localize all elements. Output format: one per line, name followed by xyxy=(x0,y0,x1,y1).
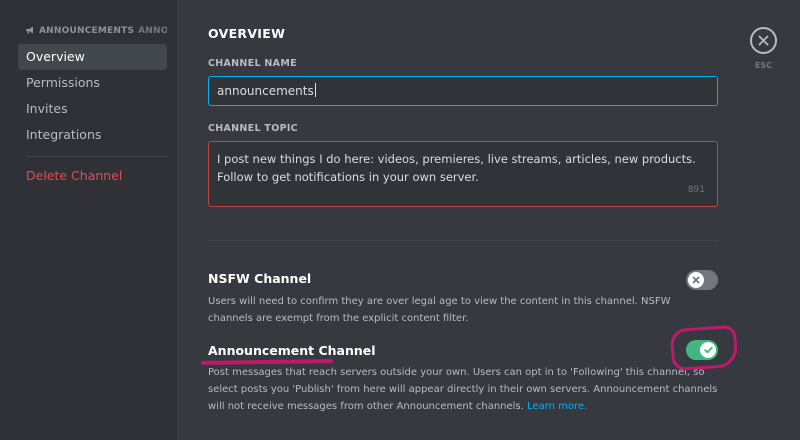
sidebar-item-overview[interactable]: Overview xyxy=(18,44,167,70)
sidebar: ANNOUNCEMENTS ANNO... Overview Permissio… xyxy=(18,20,168,189)
topic-character-count: 891 xyxy=(687,185,705,195)
learn-more-link[interactable]: Learn more. xyxy=(527,401,587,412)
channel-name-label: CHANNEL NAME xyxy=(208,58,297,69)
announcement-description-text: Post messages that reach servers outside… xyxy=(208,367,718,412)
sidebar-item-invites[interactable]: Invites xyxy=(18,96,167,122)
toggle-off-x-icon xyxy=(688,272,704,288)
page-title: OVERVIEW xyxy=(208,26,286,41)
text-caret xyxy=(314,83,316,97)
channel-topic-label: CHANNEL TOPIC xyxy=(208,123,298,134)
sidebar-category-name: ANNO... xyxy=(138,26,167,36)
nsfw-channel-description: Users will need to confirm they are over… xyxy=(208,296,671,324)
nsfw-channel-title: NSFW Channel xyxy=(208,271,312,286)
sidebar-header: ANNOUNCEMENTS ANNO... xyxy=(18,20,167,42)
channel-topic-value: I post new things I do here: videos, pre… xyxy=(217,152,696,184)
announcement-channel-description: Post messages that reach servers outside… xyxy=(208,364,718,415)
delete-channel-button[interactable]: Delete Channel xyxy=(18,163,167,189)
annotation-circle xyxy=(669,324,739,372)
channel-topic-input[interactable]: I post new things I do here: videos, pre… xyxy=(208,141,718,207)
megaphone-icon xyxy=(26,26,35,37)
esc-label: ESC xyxy=(754,61,773,70)
channel-name-input[interactable]: announcements xyxy=(208,76,718,106)
nsfw-toggle[interactable] xyxy=(686,270,718,290)
sidebar-channel-name: ANNOUNCEMENTS xyxy=(39,26,135,36)
channel-name-value: announcements xyxy=(217,84,314,98)
close-button[interactable] xyxy=(750,27,777,54)
sidebar-divider xyxy=(26,156,168,157)
sidebar-item-permissions[interactable]: Permissions xyxy=(18,70,167,96)
sidebar-item-integrations[interactable]: Integrations xyxy=(18,122,167,148)
close-icon xyxy=(758,31,769,50)
section-divider xyxy=(208,240,718,241)
announcement-channel-title: Announcement Channel xyxy=(208,343,376,358)
